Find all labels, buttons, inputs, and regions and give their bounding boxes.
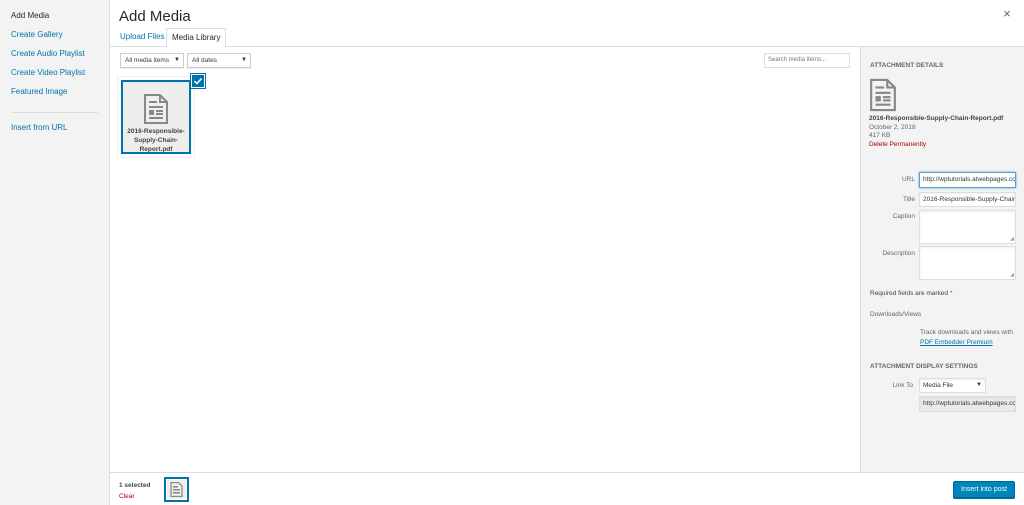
caption-field[interactable]: ◢ [919, 210, 1016, 244]
link-to-select[interactable]: Media File ▼ [919, 378, 986, 393]
menu-separator [11, 112, 98, 113]
tab-upload-files[interactable]: Upload Files [115, 28, 169, 47]
media-toolbar: All media items ▼ All dates ▼ Search med… [110, 47, 860, 74]
resize-handle-icon[interactable]: ◢ [1010, 237, 1014, 242]
media-type-filter[interactable]: All media items ▼ [120, 53, 184, 68]
required-asterisk: * [949, 290, 953, 297]
date-filter-value: All dates [192, 57, 217, 64]
document-icon [170, 482, 183, 497]
menu-item-create-video-playlist[interactable]: Create Video Playlist [0, 68, 109, 87]
attachment-details-heading: Attachment Details [870, 62, 944, 69]
details-filename: 2016-Responsible-Supply-Chain-Report.pdf [869, 115, 1004, 122]
attachment-meta: 2016-Responsible-Supply-Chain-Report.pdf… [869, 115, 1003, 149]
attachment-preview: 2016-Responsible-Supply-Chain-Report.pdf [123, 82, 189, 153]
media-footer-toolbar: 1 selected Clear Insert into post [110, 472, 1024, 505]
details-size: 417 KB [869, 132, 891, 139]
media-menu: Add Media Create Gallery Create Audio Pl… [0, 0, 110, 505]
attachments-grid: 2016-Responsible-Supply-Chain-Report.pdf [110, 74, 860, 472]
document-icon [870, 78, 896, 112]
resize-handle-icon[interactable]: ◢ [1010, 273, 1014, 278]
url-label: URL [901, 176, 915, 183]
checkmark-icon [193, 77, 203, 85]
attachment-item[interactable]: 2016-Responsible-Supply-Chain-Report.pdf [117, 74, 205, 158]
title-field[interactable]: 2016-Responsible-Supply-Chain-Report [919, 192, 1016, 207]
display-settings-heading: Attachment Display Settings [870, 363, 978, 370]
description-label: Description [882, 250, 915, 257]
selected-attachment-thumbnail[interactable] [164, 477, 189, 502]
menu-item-add-media[interactable]: Add Media [0, 11, 109, 30]
chevron-down-icon: ▼ [976, 382, 982, 388]
document-icon [144, 94, 168, 124]
selection-count: 1 selected [119, 482, 151, 489]
menu-item-insert-from-url[interactable]: Insert from URL [0, 123, 109, 142]
details-date: October 2, 2018 [869, 123, 916, 131]
caption-label: Caption [892, 213, 915, 220]
required-note-text: Required fields are marked [870, 290, 949, 297]
link-to-value: Media File [923, 382, 953, 389]
insert-into-post-button[interactable]: Insert into post [953, 481, 1015, 498]
media-router: Upload Files Media Library [110, 28, 1024, 48]
frame-title-bar: Add Media [110, 0, 1024, 28]
delete-permanently-link[interactable]: Delete Permanently [869, 141, 926, 148]
link-to-label: Link To [892, 382, 913, 389]
chevron-down-icon: ▼ [241, 57, 247, 63]
menu-item-create-gallery[interactable]: Create Gallery [0, 30, 109, 49]
selected-check-button[interactable] [191, 74, 205, 88]
attachment-filename: 2016-Responsible-Supply-Chain-Report.pdf [127, 128, 185, 153]
search-input[interactable]: Search media items... [764, 53, 850, 68]
attachment-details-panel: Attachment Details 2016-Responsible-Supp… [860, 47, 1024, 472]
menu-item-featured-image[interactable]: Featured Image [0, 87, 109, 106]
required-note: Required fields are marked * [870, 290, 952, 299]
media-type-filter-value: All media items [125, 57, 170, 64]
downloads-label: Downloads/Views [870, 311, 922, 318]
link-url-field[interactable]: http://wptutorials.atwebpages.com/wp-con… [919, 396, 1016, 412]
description-field[interactable]: ◢ [919, 246, 1016, 280]
close-icon[interactable]: × [1000, 7, 1014, 21]
url-field[interactable]: http://wptutorials.atwebpages.com/wp-con… [919, 172, 1016, 188]
downloads-text: Track downloads and views with [920, 329, 1013, 336]
pdf-embedder-premium-link[interactable]: PDF Embedder Premium [920, 339, 993, 348]
page-title: Add Media [119, 8, 191, 25]
clear-selection-link[interactable]: Clear [119, 493, 135, 500]
date-filter[interactable]: All dates ▼ [187, 53, 251, 68]
tab-media-library[interactable]: Media Library [166, 28, 227, 48]
menu-item-create-audio-playlist[interactable]: Create Audio Playlist [0, 49, 109, 68]
title-label: Title [902, 196, 915, 203]
chevron-down-icon: ▼ [174, 57, 180, 63]
